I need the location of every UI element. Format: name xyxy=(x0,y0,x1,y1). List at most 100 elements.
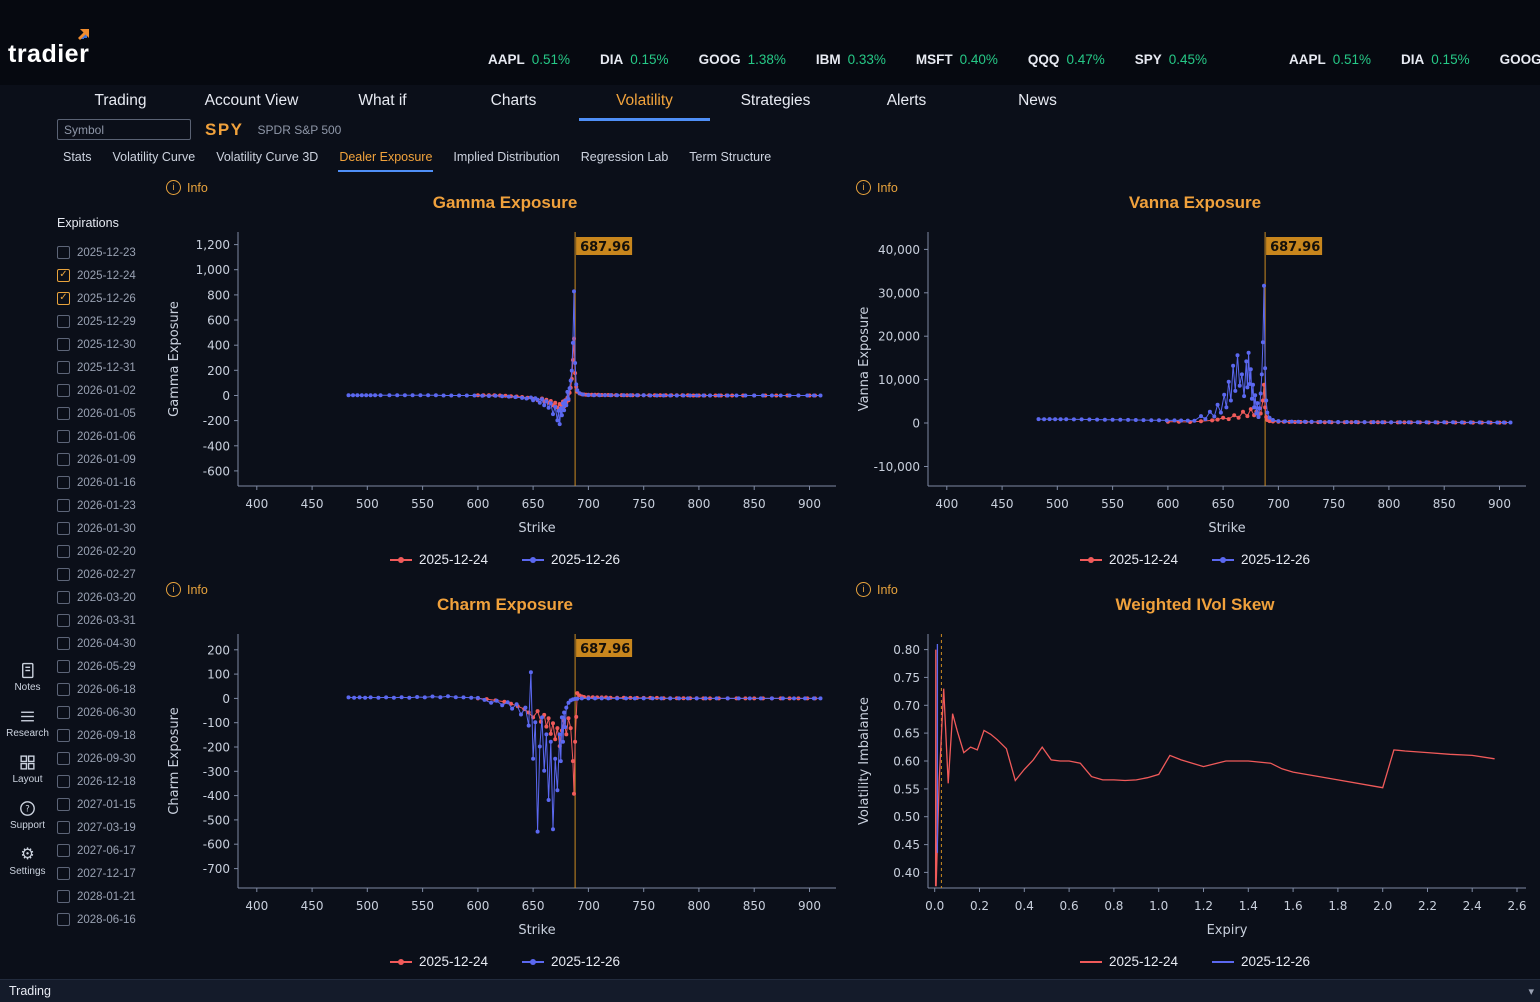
rail-item-research[interactable]: Research xyxy=(6,708,49,739)
legend-item-2025-12-24[interactable]: 2025-12-24 xyxy=(1079,954,1178,969)
expiration-checkbox[interactable] xyxy=(57,246,70,259)
expiration-item-2025-12-23[interactable]: 2025-12-23 xyxy=(57,241,167,264)
subtab-dealer-exposure[interactable]: Dealer Exposure xyxy=(338,147,434,172)
legend-item-2025-12-24[interactable]: 2025-12-24 xyxy=(1079,552,1178,567)
expiration-item-2027-12-17[interactable]: 2027-12-17 xyxy=(57,862,167,885)
expiration-checkbox[interactable] xyxy=(57,913,70,926)
legend-item-2025-12-26[interactable]: 2025-12-26 xyxy=(1212,954,1310,969)
expiration-item-2026-01-16[interactable]: 2026-01-16 xyxy=(57,471,167,494)
expiration-checkbox[interactable] xyxy=(57,361,70,374)
expiration-checkbox[interactable] xyxy=(57,614,70,627)
expiration-item-2026-01-02[interactable]: 2026-01-02 xyxy=(57,379,167,402)
expiration-item-2026-04-30[interactable]: 2026-04-30 xyxy=(57,632,167,655)
charm-exposure-plot[interactable]: -700 -600 -500 -400 -300 -200 -100 0 100 200 400 45… xyxy=(160,626,850,944)
symbol-input[interactable] xyxy=(57,119,191,140)
expiration-item-2026-03-20[interactable]: 2026-03-20 xyxy=(57,586,167,609)
expiration-checkbox[interactable]: ✓ xyxy=(57,269,70,282)
rail-item-support[interactable]: ? Support xyxy=(10,800,45,831)
expiration-checkbox[interactable] xyxy=(57,315,70,328)
ticker-item-goog-2[interactable]: GOOG 1.38% xyxy=(699,52,786,67)
expiration-item-2026-01-30[interactable]: 2026-01-30 xyxy=(57,517,167,540)
nav-item-strategies[interactable]: Strategies xyxy=(710,86,841,121)
ticker-item-goog-9[interactable]: GOOG1.38% xyxy=(1500,52,1540,67)
ticker-item-qqq-5[interactable]: QQQ 0.47% xyxy=(1028,52,1105,67)
expiration-item-2026-09-30[interactable]: 2026-09-30 xyxy=(57,747,167,770)
tradier-logo[interactable]: tradier xyxy=(8,29,90,69)
expiration-item-2026-03-31[interactable]: 2026-03-31 xyxy=(57,609,167,632)
expiration-item-2025-12-29[interactable]: 2025-12-29 xyxy=(57,310,167,333)
subtab-volatility-curve[interactable]: Volatility Curve xyxy=(112,147,197,172)
legend-item-2025-12-26[interactable]: 2025-12-26 xyxy=(1212,552,1310,567)
expiration-item-2025-12-30[interactable]: 2025-12-30 xyxy=(57,333,167,356)
expiration-checkbox[interactable] xyxy=(57,499,70,512)
expiration-item-2026-06-30[interactable]: 2026-06-30 xyxy=(57,701,167,724)
expiration-item-2027-03-19[interactable]: 2027-03-19 xyxy=(57,816,167,839)
expiration-checkbox[interactable] xyxy=(57,821,70,834)
legend-item-2025-12-26[interactable]: 2025-12-26 xyxy=(522,954,620,969)
expiration-checkbox[interactable] xyxy=(57,867,70,880)
expiration-item-2026-01-23[interactable]: 2026-01-23 xyxy=(57,494,167,517)
ticker-item-dia-8[interactable]: DIA 0.15% xyxy=(1401,52,1470,67)
nav-item-trading[interactable]: Trading xyxy=(55,86,186,121)
expiration-checkbox[interactable] xyxy=(57,384,70,397)
expiration-item-2025-12-26[interactable]: ✓ 2025-12-26 xyxy=(57,287,167,310)
ticker-item-aapl-0[interactable]: AAPL 0.51% xyxy=(488,52,570,67)
weighted-ivol-skew-plot[interactable]: 0.40 0.45 0.50 0.55 0.60 0.65 0.70 0.75 0.80 0.0 0… xyxy=(850,626,1540,944)
subtab-term-structure[interactable]: Term Structure xyxy=(688,147,772,172)
expiration-item-2026-02-20[interactable]: 2026-02-20 xyxy=(57,540,167,563)
ticker-item-spy-6[interactable]: SPY 0.45% xyxy=(1135,52,1207,67)
expiration-checkbox[interactable] xyxy=(57,752,70,765)
expiration-item-2027-01-15[interactable]: 2027-01-15 xyxy=(57,793,167,816)
expiration-checkbox[interactable] xyxy=(57,798,70,811)
nav-item-what-if[interactable]: What if xyxy=(317,86,448,121)
expiration-item-2026-05-29[interactable]: 2026-05-29 xyxy=(57,655,167,678)
expiration-checkbox[interactable] xyxy=(57,407,70,420)
subtab-implied-distribution[interactable]: Implied Distribution xyxy=(452,147,560,172)
legend-item-2025-12-24[interactable]: 2025-12-24 xyxy=(389,552,488,567)
expiration-checkbox[interactable] xyxy=(57,591,70,604)
expiration-checkbox[interactable] xyxy=(57,890,70,903)
ticker-item-aapl-7[interactable]: AAPL 0.51% xyxy=(1289,52,1371,67)
rail-item-layout[interactable]: Layout xyxy=(12,754,43,785)
nav-item-account-view[interactable]: Account View xyxy=(186,86,317,121)
expiration-checkbox[interactable] xyxy=(57,430,70,443)
expiration-checkbox[interactable] xyxy=(57,568,70,581)
expiration-item-2026-02-27[interactable]: 2026-02-27 xyxy=(57,563,167,586)
subtab-regression-lab[interactable]: Regression Lab xyxy=(580,147,670,172)
expiration-item-2027-06-17[interactable]: 2027-06-17 xyxy=(57,839,167,862)
expiration-checkbox[interactable] xyxy=(57,476,70,489)
expiration-item-2026-01-09[interactable]: 2026-01-09 xyxy=(57,448,167,471)
nav-item-news[interactable]: News xyxy=(972,86,1103,121)
expiration-checkbox[interactable] xyxy=(57,545,70,558)
expiration-checkbox[interactable] xyxy=(57,729,70,742)
expiration-checkbox[interactable] xyxy=(57,338,70,351)
legend-item-2025-12-26[interactable]: 2025-12-26 xyxy=(522,552,620,567)
rail-item-notes[interactable]: Notes xyxy=(14,662,41,693)
subtab-volatility-curve-3d[interactable]: Volatility Curve 3D xyxy=(215,147,319,172)
expiration-checkbox[interactable] xyxy=(57,775,70,788)
subtab-stats[interactable]: Stats xyxy=(62,147,93,172)
expiration-item-2025-12-31[interactable]: 2025-12-31 xyxy=(57,356,167,379)
expiration-item-2028-01-21[interactable]: 2028-01-21 xyxy=(57,885,167,908)
expiration-checkbox[interactable] xyxy=(57,453,70,466)
rail-item-settings[interactable]: ⚙ Settings xyxy=(9,846,45,877)
workspace-tab-trading[interactable]: Trading xyxy=(9,984,51,998)
expiration-checkbox[interactable] xyxy=(57,683,70,696)
legend-item-2025-12-24[interactable]: 2025-12-24 xyxy=(389,954,488,969)
expiration-item-2028-06-16[interactable]: 2028-06-16 xyxy=(57,908,167,931)
gamma-exposure-plot[interactable]: -600 -400 -200 0 200 400 600 800 1,000 1,200 400 45… xyxy=(160,224,850,542)
expiration-item-2026-01-05[interactable]: 2026-01-05 xyxy=(57,402,167,425)
expiration-checkbox[interactable] xyxy=(57,706,70,719)
expiration-item-2026-12-18[interactable]: 2026-12-18 xyxy=(57,770,167,793)
ticker-item-ibm-3[interactable]: IBM 0.33% xyxy=(816,52,886,67)
ticker-item-dia-1[interactable]: DIA 0.15% xyxy=(600,52,669,67)
expiration-checkbox[interactable]: ✓ xyxy=(57,292,70,305)
chevron-down-icon[interactable]: ▾ xyxy=(1528,985,1534,998)
ticker-item-msft-4[interactable]: MSFT 0.40% xyxy=(916,52,998,67)
expiration-item-2026-01-06[interactable]: 2026-01-06 xyxy=(57,425,167,448)
expiration-item-2026-06-18[interactable]: 2026-06-18 xyxy=(57,678,167,701)
expiration-item-2026-09-18[interactable]: 2026-09-18 xyxy=(57,724,167,747)
vanna-exposure-plot[interactable]: -10,000 0 10,000 20,000 30,000 40,000 400 450 50… xyxy=(850,224,1540,542)
nav-item-volatility[interactable]: Volatility xyxy=(579,86,710,121)
expiration-checkbox[interactable] xyxy=(57,522,70,535)
